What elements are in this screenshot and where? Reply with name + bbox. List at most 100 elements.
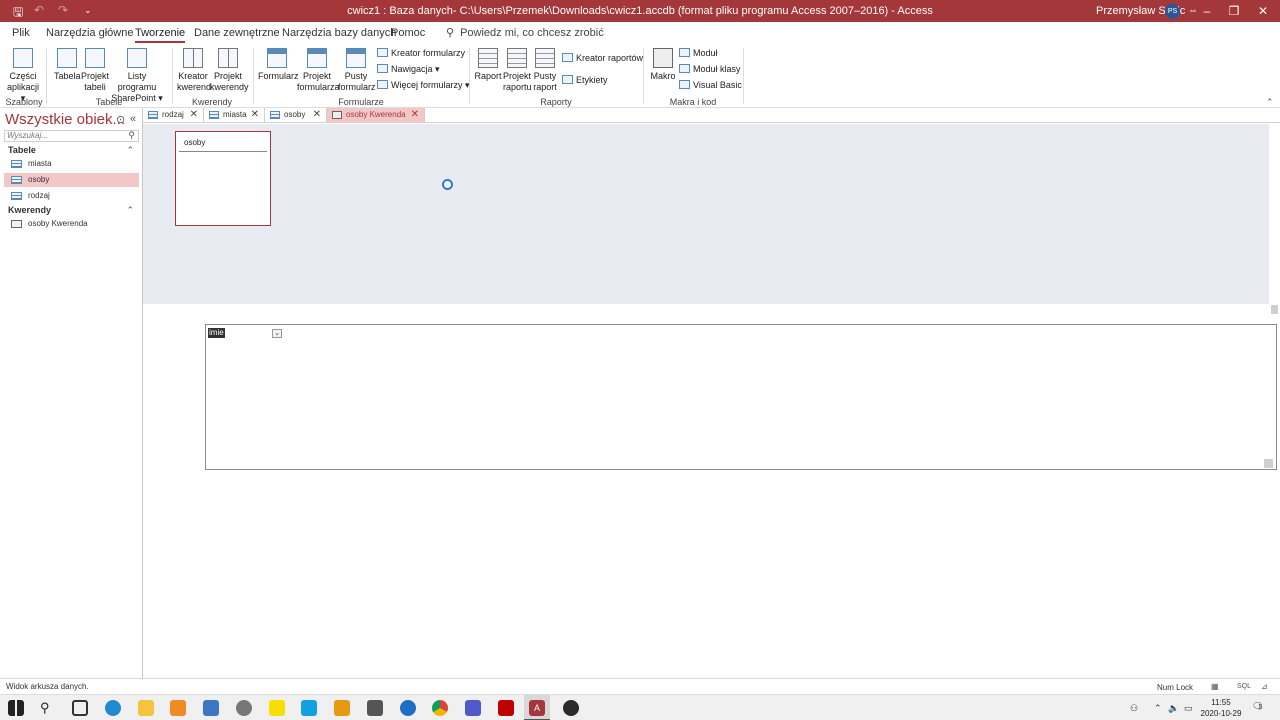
chevron-down-icon[interactable]: ⌄ (272, 329, 282, 338)
raport-button[interactable]: Raport (474, 48, 502, 82)
collapse-ribbon-icon[interactable]: ⌃ (1266, 97, 1274, 108)
tab-tworzenie[interactable]: Tworzenie (135, 27, 186, 43)
collapse-group-icon[interactable]: ⌃ (126, 205, 134, 216)
access-icon[interactable]: A (529, 700, 545, 716)
projekt-raportu-button[interactable]: Projekt raportu (503, 48, 532, 93)
notifications-icon[interactable]: 🗨5 (1252, 701, 1263, 712)
people-icon[interactable]: ⚇ (1130, 703, 1138, 714)
makro-button[interactable]: Makro (649, 48, 677, 82)
media-player-icon[interactable] (170, 700, 186, 716)
scrollbar-thumb[interactable] (1271, 305, 1278, 314)
nav-group-kwerendy[interactable]: Kwerendy ⌃ (8, 205, 138, 215)
field-list-title[interactable]: osoby (184, 138, 205, 147)
volume-icon[interactable]: 🔈 (1168, 703, 1179, 714)
czesci-aplikacji-button[interactable]: Części aplikacji ▾ (5, 48, 41, 104)
listy-sharepoint-button[interactable]: Listy programu SharePoint ▾ (109, 48, 165, 104)
close-tab-icon[interactable]: ✕ (251, 108, 259, 122)
restore-button[interactable]: ❐ (1219, 2, 1249, 20)
network-app-icon[interactable] (236, 700, 252, 716)
tab-narzedzia-bazy-danych[interactable]: Narzędzia bazy danych (282, 27, 396, 39)
more-forms-icon (377, 80, 388, 89)
tab-dane-zewnetrzne[interactable]: Dane zewnętrzne (194, 27, 280, 39)
windows-start-icon[interactable] (8, 700, 24, 716)
nav-menu-icon[interactable]: ⊙ (116, 113, 125, 126)
etykiety-button[interactable]: Etykiety (562, 75, 608, 85)
kreator-formularzy-button[interactable]: Kreator formularzy (377, 48, 465, 58)
filezilla-icon[interactable] (498, 700, 514, 716)
projekt-kwerendy-button[interactable]: Projekt kwerendy (210, 48, 249, 93)
field-list-osoby[interactable]: osoby (175, 131, 271, 226)
close-tab-icon[interactable]: ✕ (411, 108, 419, 122)
doc-tab-miasta[interactable]: miasta ✕ (204, 108, 265, 123)
field-cell[interactable]: imie (208, 328, 225, 338)
close-tab-icon[interactable]: ✕ (313, 108, 321, 122)
remote-desktop-icon[interactable] (203, 700, 219, 716)
store-icon[interactable] (367, 700, 383, 716)
task-view-icon[interactable] (72, 700, 88, 716)
tab-narzedzia-glowne[interactable]: Narzędzia główne (46, 27, 133, 39)
class-module-icon (679, 64, 690, 73)
nav-item-rodzaj[interactable]: rodzaj (4, 189, 139, 203)
doc-tab-rodzaj[interactable]: rodzaj ✕ (143, 108, 204, 123)
projekt-formularza-button[interactable]: Projekt formularza (297, 48, 340, 93)
minimize-button[interactable]: – (1192, 2, 1222, 20)
collapse-group-icon[interactable]: ⌃ (126, 145, 134, 156)
formularz-button[interactable]: Formularz (258, 48, 299, 82)
doc-tab-osoby[interactable]: osoby ✕ (265, 108, 327, 123)
doc-tab-osoby-kwerenda[interactable]: osoby Kwerenda ✕ (327, 108, 425, 123)
modul-button[interactable]: Moduł (679, 48, 718, 58)
query-table-pane[interactable]: osoby (143, 124, 1269, 304)
close-button[interactable]: ✕ (1248, 2, 1278, 20)
edge-icon[interactable] (105, 700, 121, 716)
status-text: Widok arkusza danych. (6, 682, 89, 691)
design-view-icon[interactable]: ⊿ (1261, 682, 1268, 691)
search-icon: ⚲ (446, 27, 455, 39)
nav-pane-title[interactable]: Wszystkie obiek... (5, 111, 125, 128)
nav-item-osoby-kwerenda[interactable]: osoby Kwerenda (4, 217, 139, 231)
grid-scroll-corner[interactable] (1264, 459, 1273, 468)
taskbar-clock[interactable]: 11:55 2020-10-29 (1198, 697, 1244, 719)
datasheet-view-icon[interactable]: ▦ (1211, 682, 1219, 691)
sublime-text-icon[interactable] (334, 700, 350, 716)
kreator-kwerend-button[interactable]: Kreator kwerend (177, 48, 211, 93)
visual-basic-button[interactable]: Visual Basic (679, 80, 742, 90)
show-hidden-icons[interactable]: ⌃ (1154, 703, 1162, 714)
nav-group-tabele[interactable]: Tabele ⌃ (8, 145, 138, 155)
projekt-tabeli-button[interactable]: Projekt tabeli (81, 48, 109, 93)
tab-pomoc[interactable]: Pomoc (391, 27, 425, 39)
module-icon (679, 48, 690, 57)
kreator-raportow-button[interactable]: Kreator raportów (562, 53, 643, 63)
chrome-icon[interactable] (432, 700, 448, 716)
sql-view-button[interactable]: SQL (1237, 683, 1251, 690)
search-icon[interactable]: ⚲ (40, 700, 56, 716)
tab-plik[interactable]: Plik (12, 27, 30, 39)
table-icon (148, 111, 158, 119)
app-r-icon[interactable] (563, 700, 579, 716)
internet-explorer-icon[interactable] (400, 700, 416, 716)
tabela-button[interactable]: Tabela (54, 48, 81, 82)
taskbar: ⚲ A ⚇ ⌃ 🔈 ▭ 11:55 2020-10-29 🗨5 (0, 694, 1280, 720)
tell-me-box[interactable]: ⚲ Powiedz mi, co chcesz zrobić (446, 26, 604, 39)
nav-item-miasta[interactable]: miasta (4, 157, 139, 171)
search-icon[interactable]: ⚲ (128, 130, 135, 140)
nav-item-osoby[interactable]: osoby (4, 173, 139, 187)
macro-icon (653, 48, 673, 68)
file-explorer-icon[interactable] (138, 700, 154, 716)
document-tabs: rodzaj ✕ miasta ✕ osoby ✕ osoby Kwerenda ✕ (143, 108, 1280, 123)
query-design-grid[interactable]: imie ⌄ (205, 324, 1277, 470)
nav-search-input[interactable]: Wyszukaj... ⚲ (4, 130, 139, 142)
pane-splitter[interactable] (143, 304, 1269, 324)
close-tab-icon[interactable]: ✕ (190, 108, 198, 122)
shutter-bar-icon[interactable]: « (130, 113, 136, 125)
nawigacja-button[interactable]: Nawigacja ▾ (377, 64, 440, 75)
network-icon[interactable]: ▭ (1184, 703, 1193, 714)
pusty-formularz-button[interactable]: Pusty formularz (338, 48, 376, 93)
modul-klasy-button[interactable]: Moduł klasy (679, 64, 741, 74)
num-lock-indicator: Num Lock (1157, 683, 1194, 692)
teams-icon[interactable] (465, 700, 481, 716)
group-label-kwerendy: Kwerendy (191, 97, 233, 107)
sticky-notes-icon[interactable] (269, 700, 285, 716)
skype-icon[interactable] (301, 700, 317, 716)
pusty-raport-button[interactable]: Pusty raport (532, 48, 558, 93)
wiecej-formularzy-button[interactable]: Więcej formularzy ▾ (377, 80, 470, 91)
